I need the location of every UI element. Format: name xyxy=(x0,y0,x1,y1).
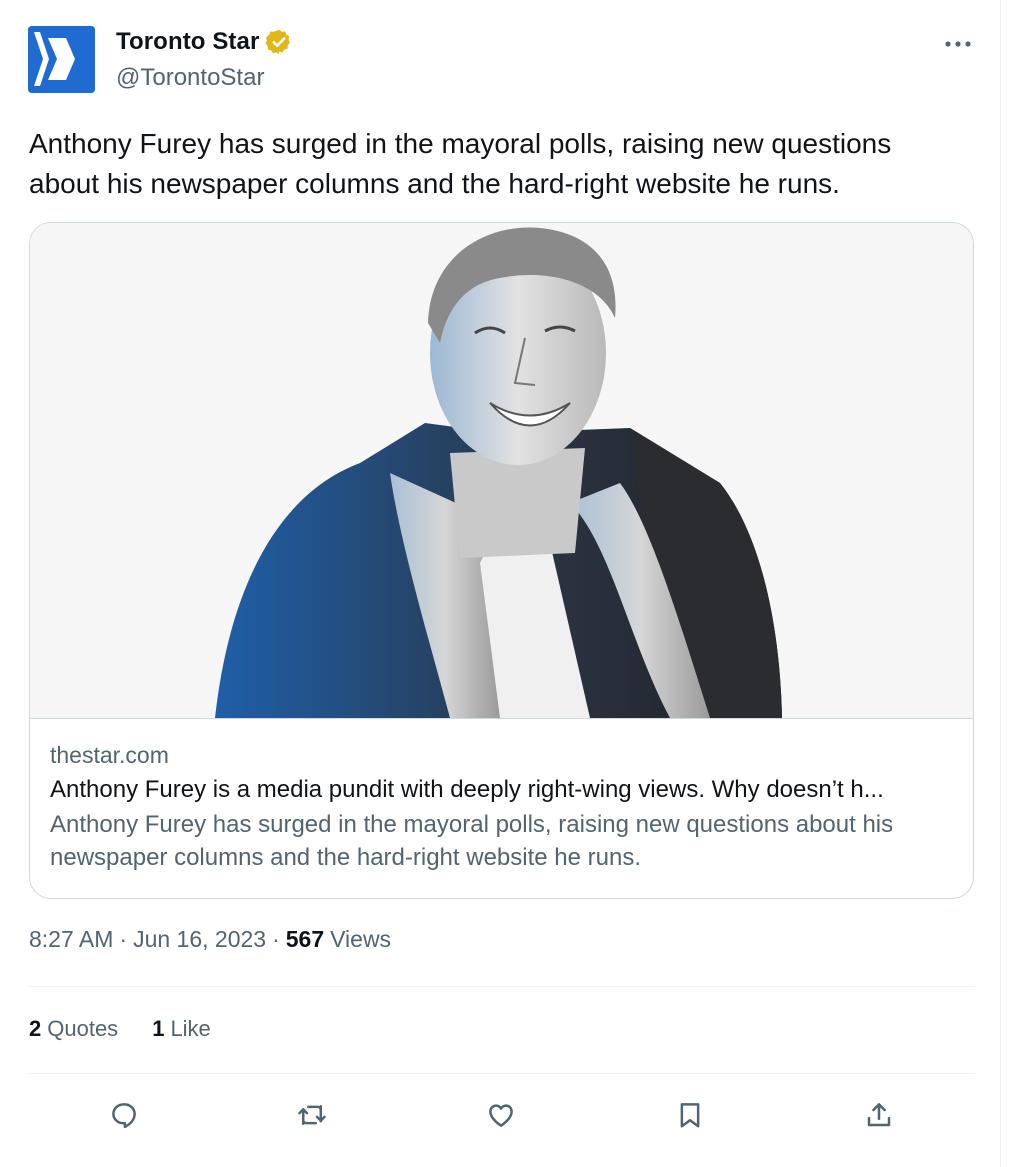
column-border xyxy=(1000,0,1001,1167)
retweet-button[interactable] xyxy=(287,1090,337,1140)
card-divider xyxy=(30,718,973,719)
retweet-icon xyxy=(298,1105,326,1125)
divider xyxy=(29,1073,975,1074)
bookmark-button[interactable] xyxy=(665,1090,715,1140)
divider xyxy=(29,986,975,987)
card-description: Anthony Furey has surged in the mayoral … xyxy=(50,811,894,871)
share-button[interactable] xyxy=(854,1090,904,1140)
engagement-stats: 2 Quotes 1 Like xyxy=(29,1016,245,1042)
quotes-stat[interactable]: 2 Quotes xyxy=(29,1016,118,1042)
card-body: thestar.com Anthony Furey is a media pun… xyxy=(50,738,955,874)
action-bar xyxy=(29,1090,975,1140)
verified-badge-icon xyxy=(265,29,291,55)
quotes-count: 2 xyxy=(29,1016,42,1041)
quotes-label: Quotes xyxy=(47,1016,119,1041)
card-title[interactable]: Anthony Furey is a media pundit with dee… xyxy=(50,772,955,808)
like-icon xyxy=(489,1104,513,1127)
tweet-date[interactable]: Jun 16, 2023 xyxy=(133,926,266,953)
more-icon xyxy=(945,41,971,47)
tweet-text: Anthony Furey has surged in the mayoral … xyxy=(29,128,892,199)
reply-button[interactable] xyxy=(99,1090,149,1140)
card-domain: thestar.com xyxy=(50,742,169,768)
tweet-header: Toronto Star @TorontoStar xyxy=(28,26,978,96)
link-card[interactable]: thestar.com Anthony Furey is a media pun… xyxy=(29,222,974,899)
meta-separator: · xyxy=(272,926,280,952)
likes-stat[interactable]: 1 Like xyxy=(152,1016,211,1042)
author-name-row: Toronto Star xyxy=(116,28,293,56)
more-options-button[interactable] xyxy=(938,26,978,62)
meta-separator: · xyxy=(119,926,128,952)
like-button[interactable] xyxy=(476,1090,526,1140)
tweet-meta: 8:27 AM · Jun 16, 2023 · 567 Views xyxy=(29,926,391,953)
views-count: 567 xyxy=(285,926,325,952)
likes-count: 1 xyxy=(152,1016,165,1041)
toronto-star-logo-icon[interactable] xyxy=(28,26,95,93)
author-display-name[interactable]: Toronto Star xyxy=(116,28,259,56)
reply-icon xyxy=(112,1103,136,1129)
likes-label: Like xyxy=(170,1016,211,1041)
share-icon xyxy=(867,1103,891,1127)
views-label: Views xyxy=(330,926,392,952)
article-portrait-illustration[interactable] xyxy=(30,223,973,718)
tweet-time[interactable]: 8:27 AM xyxy=(29,926,113,953)
author-handle[interactable]: @TorontoStar xyxy=(116,64,264,92)
bookmark-icon xyxy=(680,1103,700,1128)
